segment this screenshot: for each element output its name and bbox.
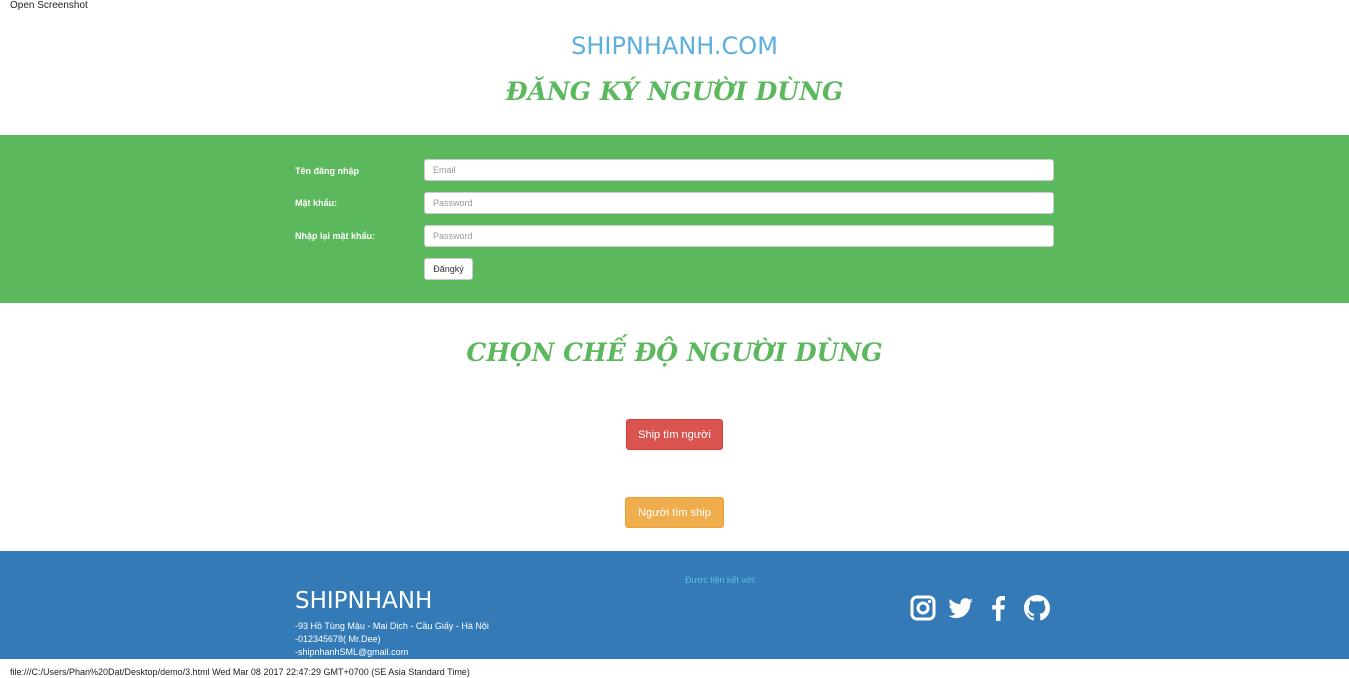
twitter-icon[interactable] [948,595,974,621]
username-input[interactable] [424,159,1054,181]
footer-linked-label: Được liên kết với: [685,575,757,585]
confirm-password-label: Nhập lại mật khẩu: [295,231,376,241]
footer-address: -93 Hồ Tùng Mậu - Mai Dịch - Cầu Giấy - … [295,621,489,631]
footer-email: -shipnhanhSML@gmail.com [295,647,409,657]
person-find-ship-button[interactable]: Người tìm ship [625,497,724,528]
facebook-icon[interactable] [986,595,1012,621]
footer: SHIPNHANH -93 Hồ Tùng Mậu - Mai Dịch - C… [0,551,1349,659]
confirm-password-input[interactable] [424,225,1054,247]
username-label: Tên đăng nhập [295,166,359,176]
footer-phone: -012345678( Mr.Dee) [295,634,381,644]
register-button[interactable]: Đăngký [424,258,473,280]
open-screenshot-label: Open Screenshot [10,0,88,11]
ship-find-person-button[interactable]: Ship tìm người [626,419,723,450]
site-title: SHIPNHANH.COM [571,32,778,60]
github-icon[interactable] [1024,595,1050,621]
mode-title: CHỌN CHẾ ĐỘ NGƯỜI DÙNG [466,338,883,367]
register-title: ĐĂNG KÝ NGƯỜI DÙNG [505,77,844,106]
footer-brand: SHIPNHANH [295,588,433,614]
instagram-icon[interactable] [910,595,936,621]
status-bar-text: file:///C:/Users/Phan%20Dat/Desktop/demo… [10,667,470,677]
password-label: Mật khẩu: [295,198,338,208]
password-input[interactable] [424,192,1054,214]
